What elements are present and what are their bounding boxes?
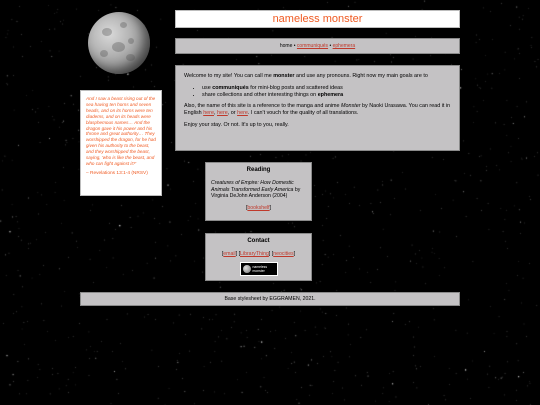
quote-text: And I saw a beast rising out of the sea …	[86, 96, 156, 166]
goal-item: use communiqués for mini-blog posts and …	[202, 85, 451, 92]
name-monster: monster	[273, 73, 295, 79]
goals-list: use communiqués for mini-blog posts and …	[184, 85, 451, 99]
contact-heading: Contact	[247, 238, 270, 244]
email-link[interactable]: email	[223, 251, 235, 257]
nav-separator: •	[293, 43, 296, 49]
site-title: nameless monster	[175, 10, 460, 28]
footer: Base stylesheet by EGGRAMEN, 2021.	[80, 292, 460, 306]
reading-heading: Reading	[246, 167, 271, 173]
translation-link-1[interactable]: here	[203, 110, 214, 116]
site-badge-button[interactable]: nameless monster	[239, 261, 278, 276]
translation-link-3[interactable]: here	[237, 110, 248, 116]
bookshelf-row: [bookshelf]	[245, 205, 272, 212]
reference-paragraph: Also, the name of this site is a referen…	[184, 103, 451, 117]
welcome-panel: Welcome to my site! You can call me mons…	[175, 65, 460, 151]
nav-bar: home • communiqués • ephemera	[175, 38, 460, 54]
bookshelf-link[interactable]: bookshelf	[247, 205, 269, 211]
nav-separator: •	[329, 43, 332, 49]
nav-ephemera-link[interactable]: ephemera	[333, 43, 356, 49]
librarything-link[interactable]: LibraryThing	[240, 251, 269, 257]
book-title: Creatures of Empire: How Domestic Animal…	[211, 180, 294, 193]
neocities-link[interactable]: neocities	[273, 251, 293, 257]
moon-icon	[242, 264, 251, 273]
reading-panel: Reading Creatures of Empire: How Domesti…	[205, 162, 312, 221]
bible-quote-box: And I saw a beast rising out of the sea …	[80, 90, 162, 196]
current-book: Creatures of Empire: How Domestic Animal…	[211, 180, 306, 199]
enjoy-text: Enjoy your stay. Or not. It's up to you,…	[184, 121, 289, 128]
contact-links: [email] [LibraryThing] [neocities]	[221, 251, 296, 258]
goal-item: share collections and other interesting …	[202, 92, 451, 99]
badge-text: nameless monster	[252, 264, 268, 273]
quote-citation: – Revelations 13:1-4 (NRSV)	[86, 170, 148, 176]
translation-link-2[interactable]: here	[217, 110, 228, 116]
nav-home[interactable]: home	[280, 43, 293, 49]
welcome-intro: Welcome to my site! You can call me mons…	[184, 73, 428, 79]
contact-panel: Contact [email] [LibraryThing] [neocitie…	[205, 233, 312, 281]
nav-communiques-link[interactable]: communiqués	[297, 43, 328, 49]
moon-image	[88, 12, 150, 74]
